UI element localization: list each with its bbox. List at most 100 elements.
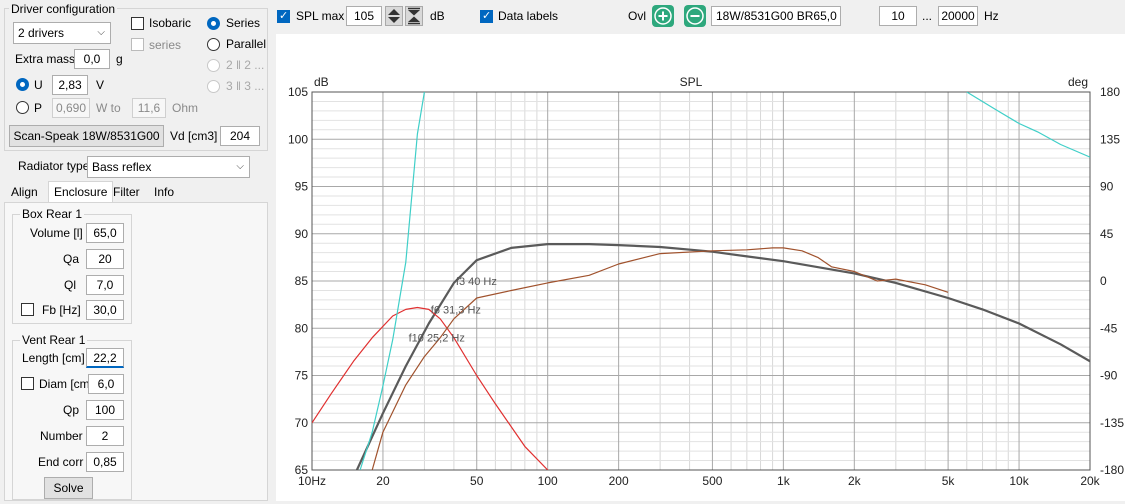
3x3-label: 3 ‖ 3 ... xyxy=(226,79,265,93)
ql-field[interactable]: 7,0 xyxy=(86,275,124,295)
add-overlay-button[interactable] xyxy=(652,5,674,27)
p-radio[interactable] xyxy=(16,101,29,114)
chart-title: SPL xyxy=(680,75,703,89)
remove-overlay-button[interactable] xyxy=(684,5,706,27)
ql-label: Ql xyxy=(64,278,76,292)
u-field[interactable]: 2,83 xyxy=(52,75,88,95)
box-rear-title: Box Rear 1 xyxy=(20,207,85,221)
u-unit: V xyxy=(96,78,105,92)
qa-field[interactable]: 20 xyxy=(86,249,124,269)
data-labels-checkbox[interactable] xyxy=(480,10,493,23)
2x2-radio[interactable] xyxy=(207,59,220,72)
fb-label: Fb [Hz] xyxy=(42,303,81,317)
spl-max-field[interactable]: 105 xyxy=(346,6,382,26)
y-right-tick-label: 135 xyxy=(1100,132,1120,146)
x-tick-label: 500 xyxy=(702,474,722,488)
y-tick-label: 95 xyxy=(295,180,309,194)
y-tick-label: 85 xyxy=(295,274,309,288)
freq-max-field[interactable]: 20000 xyxy=(938,6,978,26)
diam-field[interactable]: 6,0 xyxy=(88,374,124,394)
x-tick-label: 50 xyxy=(470,474,484,488)
vd-label: Vd [cm3] xyxy=(170,129,218,143)
y-right-tick-label: -135 xyxy=(1100,416,1124,430)
radiator-type-select[interactable]: Bass reflex ⌵ xyxy=(87,156,250,178)
x-tick-label: 5k xyxy=(942,474,956,488)
parallel-radio[interactable] xyxy=(207,38,220,51)
y-right-tick-label: 90 xyxy=(1100,180,1114,194)
driver-select-button[interactable]: Scan-Speak 18W/8531G00 xyxy=(9,125,164,147)
y-axis-label-right: deg xyxy=(1068,75,1088,89)
x-tick-label: 10k xyxy=(1009,474,1029,488)
vd-field[interactable]: 204 xyxy=(220,126,260,146)
p-label: P xyxy=(34,101,43,115)
fb-field[interactable]: 30,0 xyxy=(86,300,124,320)
spin-up-down-icon[interactable] xyxy=(385,6,403,26)
radiator-type-label: Radiator type xyxy=(18,159,90,173)
x-tick-label: 200 xyxy=(609,474,629,488)
volume-label: Volume [l] xyxy=(30,226,83,240)
x-tick-label: 20k xyxy=(1080,474,1100,488)
isobaric-label: Isobaric xyxy=(149,16,192,30)
y-axis-label-left: dB xyxy=(314,75,329,89)
y-right-tick-label: -45 xyxy=(1100,321,1118,335)
p-field[interactable]: 0,690 xyxy=(52,98,90,118)
y-right-tick-label: -180 xyxy=(1100,463,1124,477)
tab-filter[interactable]: Filter xyxy=(108,182,145,202)
extra-mass-label: Extra mass xyxy=(15,52,76,66)
end-corr-field[interactable]: 0,85 xyxy=(86,452,124,472)
spl-max-label: SPL max xyxy=(296,9,345,23)
qp-field[interactable]: 100 xyxy=(86,400,124,420)
fit-arrows xyxy=(408,7,420,25)
freq-min-field[interactable]: 10 xyxy=(879,6,917,26)
number-field[interactable]: 2 xyxy=(86,426,124,446)
series-radio[interactable] xyxy=(207,17,220,30)
isobaric-checkbox[interactable] xyxy=(131,17,144,30)
tab-info[interactable]: Info xyxy=(149,182,179,202)
overlay-name-field[interactable]: 18W/8531G00 BR65,0 xyxy=(711,6,841,26)
zoom-fit-icon[interactable] xyxy=(405,6,423,26)
data-label-annotation: f6 31,3 Hz xyxy=(431,304,481,316)
qa-label: Qa xyxy=(63,252,80,266)
x-tick-label: 20 xyxy=(376,474,390,488)
tab-enclosure[interactable]: Enclosure xyxy=(48,181,114,203)
freq-range-separator: ... xyxy=(922,9,933,23)
u-label: U xyxy=(34,78,43,92)
ovl-label: Ovl xyxy=(628,9,646,23)
extra-mass-field[interactable]: 0,0 xyxy=(74,49,110,69)
minus-icon xyxy=(686,7,704,25)
data-label-annotation: f3 40 Hz xyxy=(456,276,497,288)
p-unit: W to xyxy=(96,101,121,115)
ohm-field[interactable]: 11,6 xyxy=(132,98,166,118)
y-right-tick-label: 0 xyxy=(1100,274,1107,288)
spl-chart: 10Hz 20 50 100 200 500 1k 2k 5k 10k 20k65707580859… xyxy=(288,75,1124,488)
x-tick-label: 2k xyxy=(848,474,862,488)
y-tick-label: 80 xyxy=(295,321,309,335)
u-radio[interactable] xyxy=(16,78,29,91)
length-label: Length [cm] xyxy=(22,351,85,365)
3x3-radio[interactable] xyxy=(207,80,220,93)
spl-max-checkbox[interactable] xyxy=(277,10,290,23)
solve-button[interactable]: Solve xyxy=(44,477,93,499)
fb-checkbox[interactable] xyxy=(21,303,34,316)
y-tick-label: 90 xyxy=(295,227,309,241)
tab-align[interactable]: Align xyxy=(6,182,43,202)
vent-rear-title: Vent Rear 1 xyxy=(20,333,88,347)
chart-area[interactable]: 10Hz 20 50 100 200 500 1k 2k 5k 10k 20k 65 70 75 80 85 9… xyxy=(276,34,1125,501)
drivers-select-value: 2 drivers xyxy=(18,26,65,40)
length-field[interactable]: 22,2 xyxy=(86,348,124,368)
spin-arrows xyxy=(388,9,400,23)
drivers-select[interactable]: 2 drivers ⌵ xyxy=(13,22,111,44)
x-tick-label: 1k xyxy=(777,474,791,488)
ohm-unit: Ohm xyxy=(172,101,199,115)
y-tick-label: 65 xyxy=(295,463,309,477)
plus-icon xyxy=(654,7,672,25)
db-unit-label: dB xyxy=(430,9,445,23)
freq-unit-label: Hz xyxy=(984,9,999,23)
chevron-down-icon: ⌵ xyxy=(97,27,105,38)
series-sub-checkbox[interactable] xyxy=(131,38,144,51)
y-right-tick-label: 45 xyxy=(1100,227,1114,241)
volume-field[interactable]: 65,0 xyxy=(86,223,124,243)
radiator-type-value: Bass reflex xyxy=(92,160,152,174)
diam-checkbox[interactable] xyxy=(21,377,34,390)
y-tick-label: 75 xyxy=(295,369,309,383)
